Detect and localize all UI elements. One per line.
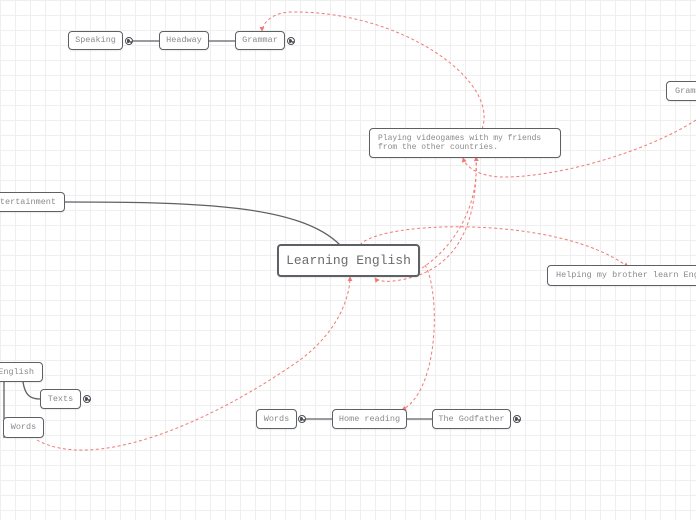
node-words-bottom[interactable]: Words [256, 409, 297, 429]
globe-icon[interactable] [298, 415, 306, 423]
relation-root-homereading [401, 264, 435, 411]
node-the-godfather[interactable]: The Godfather [432, 409, 511, 429]
node-videogames[interactable]: Playing videogames with my friends from … [369, 128, 561, 158]
mind-map-canvas[interactable]: Speaking Headway Grammar Grammar Playing… [0, 0, 696, 520]
globe-icon[interactable] [83, 395, 91, 403]
node-headway[interactable]: Headway [159, 31, 209, 50]
node-texts[interactable]: Texts [40, 389, 81, 409]
node-home-reading[interactable]: Home reading [332, 409, 407, 429]
relation-videogames-grammar [259, 11, 485, 130]
node-speaking[interactable]: Speaking [68, 31, 123, 50]
node-helping-brother[interactable]: Helping my brother learn English [547, 265, 696, 286]
relation-root-videogames [421, 156, 479, 269]
node-english[interactable]: English [0, 362, 43, 382]
globe-icon[interactable] [287, 37, 295, 45]
node-entertainment[interactable]: Entertainment [0, 192, 65, 212]
relation-words-root [36, 276, 353, 451]
node-grammar-right[interactable]: Grammar [666, 81, 696, 101]
globe-icon[interactable] [125, 37, 133, 45]
link-english-texts [22, 381, 41, 400]
node-grammar-top[interactable]: Grammar [235, 31, 285, 50]
node-root-learning-english[interactable]: Learning English [277, 244, 420, 277]
globe-icon[interactable] [513, 415, 521, 423]
link-root-entertainment [64, 201, 341, 246]
node-words-left[interactable]: Words [3, 417, 44, 438]
